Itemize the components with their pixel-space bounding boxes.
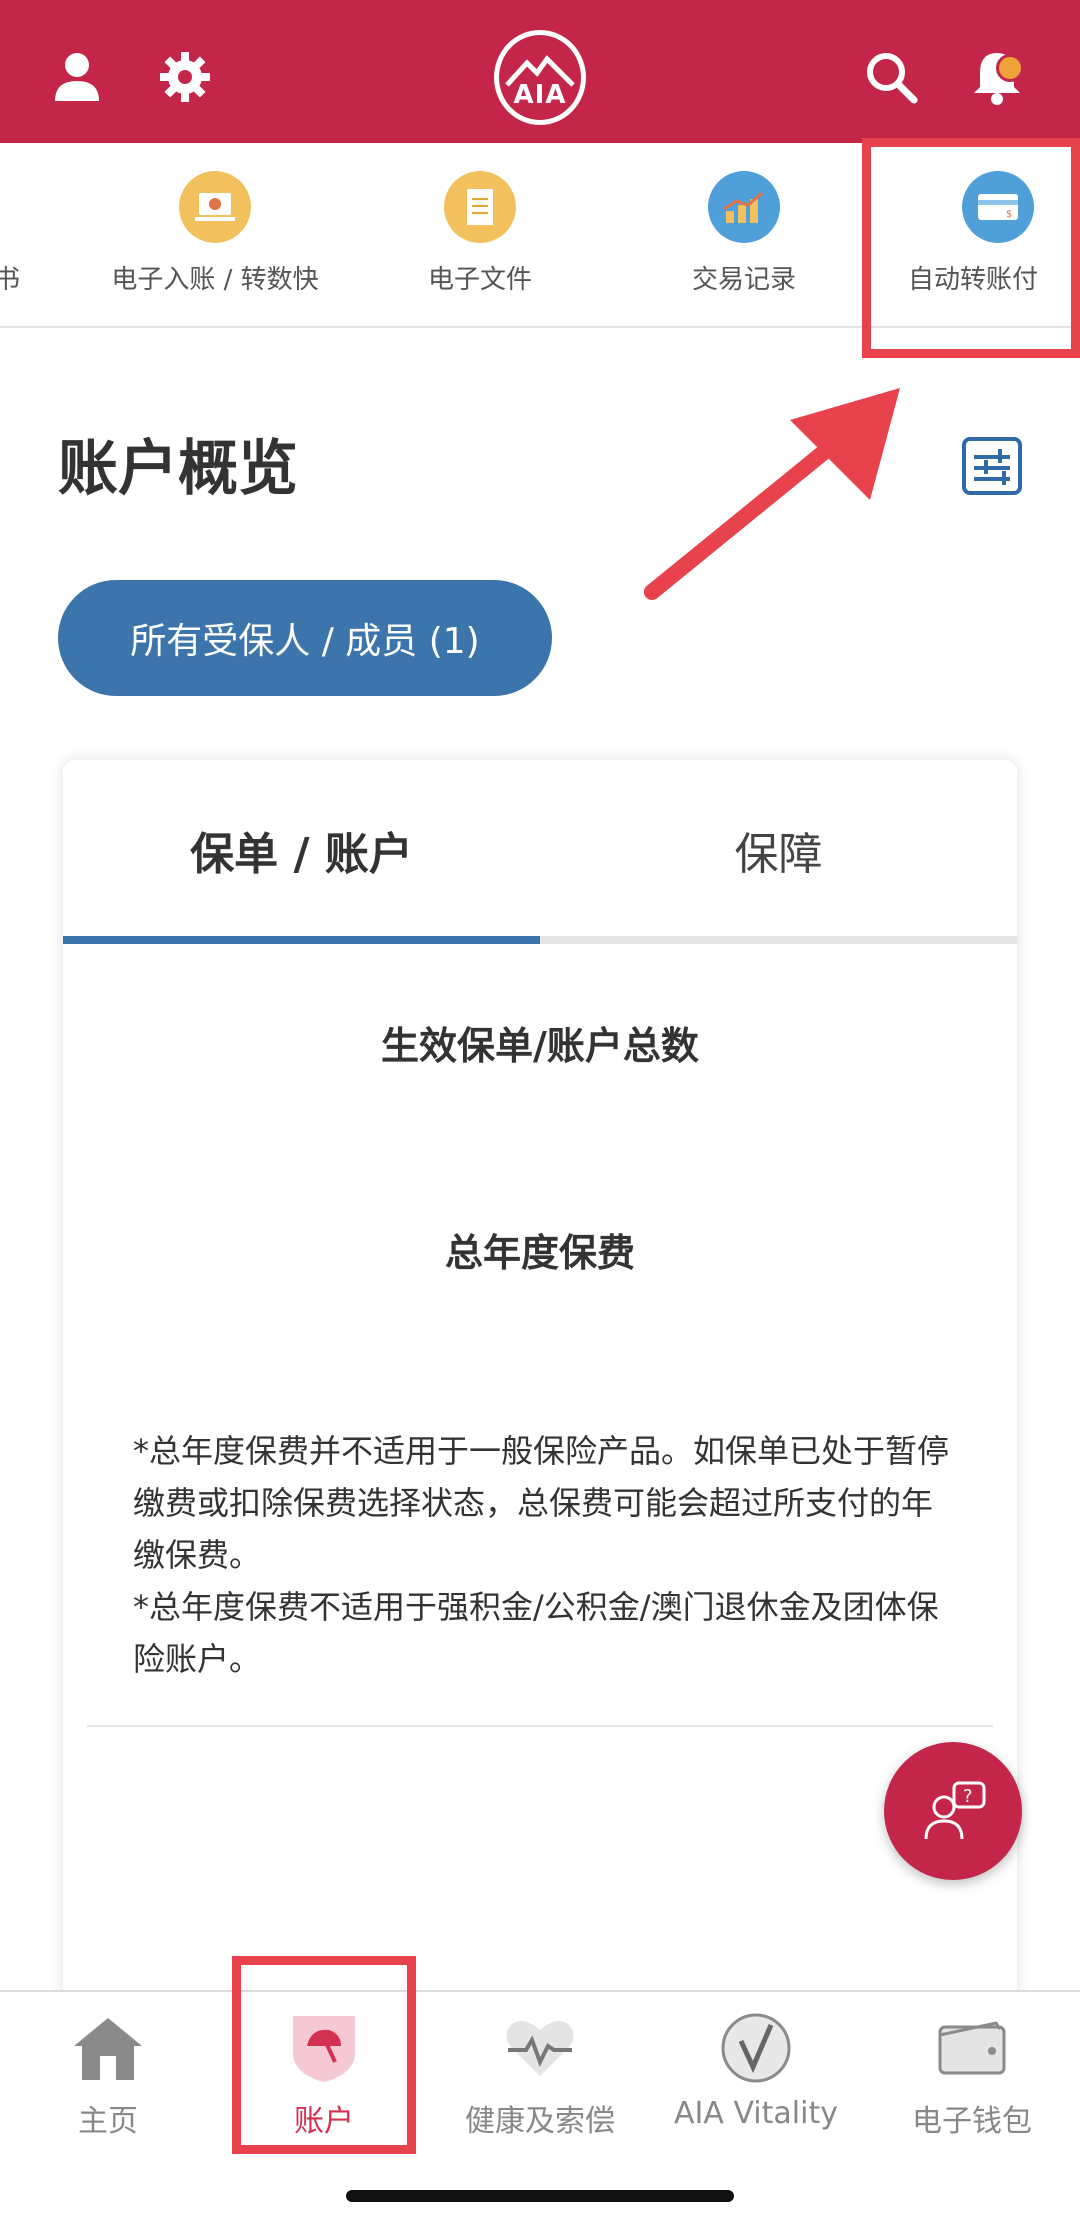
highlight-box-autopay bbox=[862, 138, 1080, 358]
transaction-chart-icon bbox=[708, 171, 780, 243]
app-header: AIA bbox=[0, 0, 1080, 143]
annual-premium-label: 总年度保费 bbox=[444, 1231, 635, 1275]
quick-action-transactions[interactable]: 交易记录 bbox=[664, 171, 824, 296]
nav-health-claims[interactable]: 健康及索偿 bbox=[432, 1992, 648, 2140]
aia-logo: AIA bbox=[494, 30, 586, 125]
tab-indicator bbox=[63, 936, 1017, 944]
nav-label: 健康及索偿 bbox=[465, 2104, 615, 2139]
laptop-transfer-icon bbox=[179, 171, 251, 243]
nav-wallet[interactable]: 电子钱包 bbox=[864, 1992, 1080, 2140]
premium-note-2: *总年度保费不适用于强积金/公积金/澳门退休金及团体保险账户。 bbox=[133, 1588, 939, 1678]
quick-action-label: 电子入账 / 转数快 bbox=[111, 265, 319, 295]
quick-action-label: 书 bbox=[0, 259, 22, 296]
home-indicator bbox=[346, 2190, 734, 2202]
highlight-arrow bbox=[644, 388, 900, 600]
quick-action-label: 交易记录 bbox=[691, 265, 796, 295]
card-divider bbox=[87, 1725, 993, 1727]
profile-icon[interactable] bbox=[42, 42, 112, 112]
nav-label: 电子钱包 bbox=[912, 2104, 1032, 2139]
quick-action-e-documents[interactable]: 电子文件 bbox=[400, 171, 560, 296]
policy-card: 保单 / 账户 保障 生效保单/账户总数 总年度保费 *总年度保费并不适用于一般… bbox=[63, 760, 1017, 2000]
quick-action-statement[interactable]: 书 bbox=[0, 171, 22, 296]
tab-coverage[interactable]: 保障 bbox=[540, 760, 1017, 940]
settings-sliders-icon[interactable] bbox=[962, 437, 1022, 495]
chat-question-icon: ? bbox=[924, 1781, 986, 1840]
home-icon bbox=[70, 2012, 146, 2084]
document-icon bbox=[444, 171, 516, 243]
svg-text:?: ? bbox=[963, 1786, 973, 1807]
notification-dot bbox=[996, 54, 1024, 82]
nav-home[interactable]: 主页 bbox=[0, 1992, 216, 2140]
policies-total-label: 生效保单/账户总数 bbox=[381, 1024, 699, 1068]
nav-label: 主页 bbox=[78, 2104, 138, 2139]
premium-note-1: *总年度保费并不适用于一般保险产品。如保单已处于暂停缴费或扣除保费选择状态，总保… bbox=[133, 1432, 950, 1574]
highlight-box-account bbox=[232, 1956, 416, 2154]
chat-help-button[interactable]: ? bbox=[884, 1742, 1022, 1880]
quick-action-e-payment[interactable]: 电子入账 / 转数快 bbox=[95, 171, 335, 296]
vitality-icon bbox=[718, 2012, 794, 2084]
settings-icon[interactable] bbox=[150, 42, 220, 112]
nav-vitality[interactable]: AIA Vitality bbox=[648, 1992, 864, 2131]
heart-pulse-icon bbox=[502, 2012, 578, 2084]
insured-filter-button[interactable]: 所有受保人 / 成员 (1) bbox=[58, 580, 552, 696]
tab-policies[interactable]: 保单 / 账户 bbox=[63, 760, 540, 940]
nav-label: AIA Vitality bbox=[674, 2096, 838, 2131]
page-title: 账户概览 bbox=[58, 434, 298, 504]
bell-icon[interactable] bbox=[962, 42, 1032, 112]
quick-action-label: 电子文件 bbox=[427, 265, 532, 295]
search-icon[interactable] bbox=[856, 42, 926, 112]
wallet-icon bbox=[934, 2012, 1010, 2084]
